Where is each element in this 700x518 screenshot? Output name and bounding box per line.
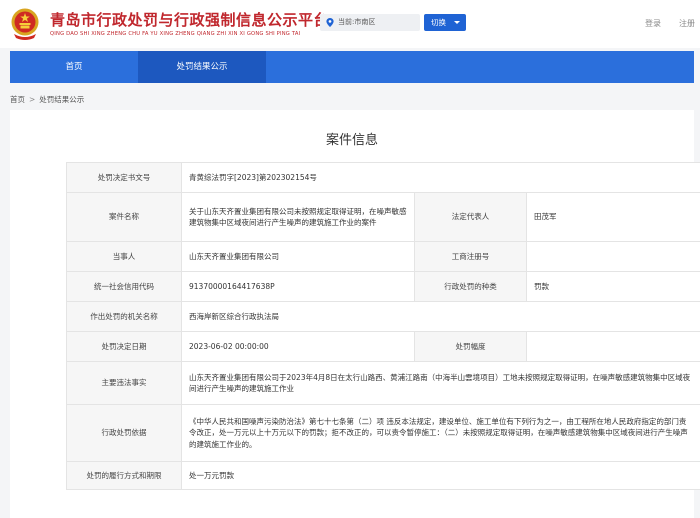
facts-value: 山东天齐置业集团有限公司于2023年4月8日在太行山路西、黄浦江路南（中海半山雲… [180, 361, 700, 405]
date-value: 2023-06-02 00:00:00 [181, 331, 415, 362]
location-label: 当前:市南区 [338, 18, 376, 26]
register-link[interactable]: 注册 [679, 18, 695, 29]
basis-value: 《中华人民共和国噪声污染防治法》第七十七条第（二）项 违反本法规定，建设单位、施… [180, 404, 700, 462]
breadcrumb-home[interactable]: 首页 [10, 95, 25, 104]
penalty-type-value: 罚款 [525, 271, 700, 302]
table-row: 处罚的履行方式和期限 处一万元罚款 [66, 461, 700, 490]
panel-title: 案件信息 [325, 133, 378, 148]
table-row: 行政处罚依据 《中华人民共和国噪声污染防治法》第七十七条第（二）项 违反本法规定… [66, 404, 700, 462]
performance-label: 处罚的履行方式和期限 [66, 461, 182, 490]
nav-penalty-results[interactable]: 处罚结果公示 [138, 51, 266, 83]
top-header: 青岛市行政处罚与行政强制信息公示平台 QING DAO SHI XING ZHE… [0, 0, 700, 48]
case-info-panel: 案件信息 处罚决定书文号 青黄综法罚字[2023]第202302154号 案件名… [10, 110, 700, 518]
table-row: 主要违法事实 山东天齐置业集团有限公司于2023年4月8日在太行山路西、黄浦江路… [66, 361, 700, 405]
nav-home[interactable]: 首页 [10, 51, 138, 83]
table-row: 统一社会信用代码 91370000164417638P 行政处罚的种类 罚款 [66, 271, 700, 302]
basis-label: 行政处罚依据 [66, 404, 182, 462]
current-location: 当前:市南区 [320, 14, 420, 31]
caret-down-icon [454, 21, 460, 24]
penalty-type-label: 行政处罚的种类 [414, 271, 527, 302]
breadcrumb: 首页 > 处罚结果公示 [10, 94, 84, 105]
facts-label: 主要违法事实 [66, 361, 182, 405]
doc-no-label: 处罚决定书文号 [66, 162, 182, 193]
site-title: 青岛市行政处罚与行政强制信息公示平台 [50, 11, 330, 29]
credit-code-value: 91370000164417638P [181, 271, 415, 302]
site-subtitle: QING DAO SHI XING ZHENG CHU FA YU XING Z… [50, 31, 301, 37]
breadcrumb-current[interactable]: 处罚结果公示 [39, 95, 84, 104]
case-name-value: 关于山东天齐置业集团有限公司未按照规定取得证明，在噪声敏感建筑物集中区域夜间进行… [181, 192, 415, 242]
case-name-label: 案件名称 [66, 192, 182, 242]
authority-value: 西海岸新区综合行政执法局 [180, 301, 700, 332]
range-label: 处罚幅度 [414, 331, 527, 362]
credit-code-label: 统一社会信用代码 [66, 271, 182, 302]
main-nav: 首页 处罚结果公示 [10, 51, 694, 83]
table-row: 当事人 山东天齐置业集团有限公司 工商注册号 [66, 241, 700, 272]
range-value [525, 331, 700, 362]
login-link[interactable]: 登录 [645, 18, 661, 29]
switch-label: 切换 [431, 18, 446, 27]
legal-rep-value: 田茂军 [525, 192, 700, 242]
party-value: 山东天齐置业集团有限公司 [181, 241, 415, 272]
case-info-table: 处罚决定书文号 青黄综法罚字[2023]第202302154号 案件名称 关于山… [66, 162, 700, 490]
performance-value: 处一万元罚款 [180, 461, 700, 490]
national-emblem-icon [11, 8, 39, 40]
breadcrumb-separator: > [29, 95, 36, 104]
biz-reg-label: 工商注册号 [414, 241, 527, 272]
table-row: 案件名称 关于山东天齐置业集团有限公司未按照规定取得证明，在噪声敏感建筑物集中区… [66, 192, 700, 242]
party-label: 当事人 [66, 241, 182, 272]
doc-no-value: 青黄综法罚字[2023]第202302154号 [180, 162, 700, 193]
table-row: 处罚决定书文号 青黄综法罚字[2023]第202302154号 [66, 162, 700, 193]
biz-reg-value [525, 241, 700, 272]
table-row: 处罚决定日期 2023-06-02 00:00:00 处罚幅度 [66, 331, 700, 362]
location-pin-icon [326, 18, 334, 27]
table-row: 作出处罚的机关名称 西海岸新区综合行政执法局 [66, 301, 700, 332]
switch-region-button[interactable]: 切换 [424, 14, 466, 31]
date-label: 处罚决定日期 [66, 331, 182, 362]
authority-label: 作出处罚的机关名称 [66, 301, 182, 332]
legal-rep-label: 法定代表人 [414, 192, 527, 242]
